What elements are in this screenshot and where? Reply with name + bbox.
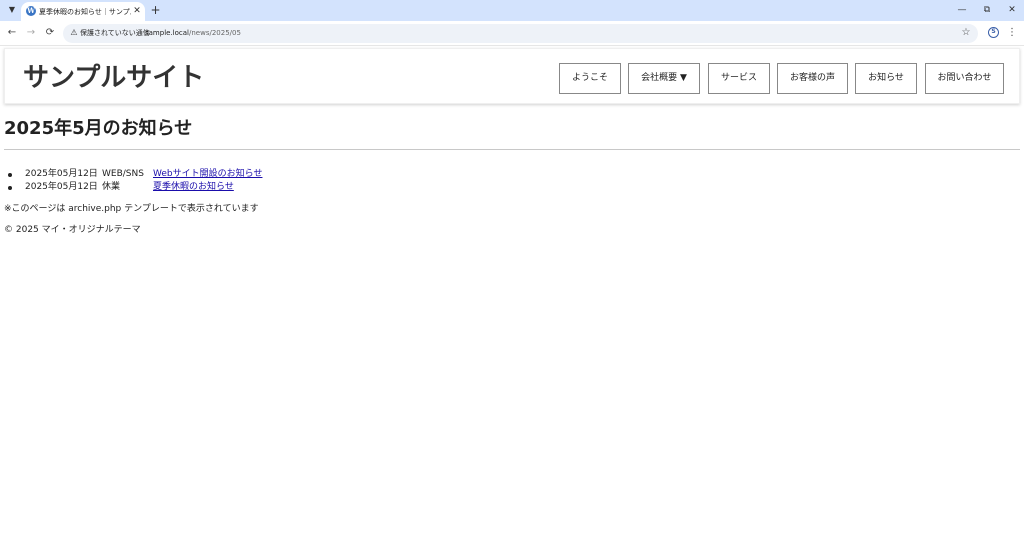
browser-toolbar: ← → ⟳ ⚠ 保護されていない通信 sample.local/news/202…	[0, 21, 1024, 46]
browser-tabstrip: ▼ W 夏季休暇のお知らせ｜サンプルサイト ✕ + — ⧉ ✕	[0, 0, 1024, 21]
wordpress-favicon-icon: W	[26, 6, 36, 16]
site-title[interactable]: サンプルサイト	[23, 61, 204, 95]
news-list: 2025年05月12日 WEB/SNS Webサイト開設のお知らせ 2025年0…	[8, 168, 425, 194]
profile-avatar-icon[interactable]: S	[988, 27, 999, 38]
browser-tab-active[interactable]: W 夏季休暇のお知らせ｜サンプルサイト ✕	[21, 2, 145, 21]
nav-item-services[interactable]: サービス	[708, 63, 770, 94]
url-text[interactable]: sample.local/news/2025/05	[145, 27, 241, 40]
post-title-link[interactable]: Webサイト開設のお知らせ	[153, 168, 262, 181]
security-status-label[interactable]: 保護されていない通信	[80, 27, 150, 40]
kebab-menu-icon[interactable]: ⋮	[1007, 25, 1017, 40]
tab-close-icon[interactable]: ✕	[132, 5, 142, 17]
nav-item-news[interactable]: お知らせ	[855, 63, 917, 94]
minimize-icon[interactable]: —	[953, 3, 971, 17]
list-item: 2025年05月12日 WEB/SNS Webサイト開設のお知らせ	[8, 168, 425, 181]
reload-icon[interactable]: ⟳	[43, 26, 57, 40]
forward-arrow-icon[interactable]: →	[24, 26, 38, 40]
nav-item-testimonials[interactable]: お客様の声	[777, 63, 848, 94]
tab-list-chevron-down-icon[interactable]: ▼	[5, 3, 19, 17]
bullet-icon	[8, 173, 12, 177]
nav-item-welcome[interactable]: ようこそ	[559, 63, 621, 94]
list-item: 2025年05月12日 休業 夏季休暇のお知らせ	[8, 181, 425, 194]
archive-title: 2025年5月のお知らせ	[4, 118, 193, 139]
tab-title: 夏季休暇のお知らせ｜サンプルサイト	[39, 8, 131, 16]
post-category: WEB/SNS	[102, 169, 144, 179]
post-date: 2025年05月12日	[25, 182, 98, 192]
address-bar[interactable]: ⚠ 保護されていない通信 sample.local/news/2025/05	[63, 24, 978, 43]
back-arrow-icon[interactable]: ←	[5, 26, 19, 40]
window-close-icon[interactable]: ✕	[1003, 3, 1021, 17]
url-host: sample.local	[145, 29, 189, 37]
warning-triangle-icon[interactable]: ⚠	[69, 27, 79, 39]
footer-copyright: © 2025 マイ・オリジナルテーマ	[4, 225, 141, 235]
site-header: サンプルサイト ようこそ 会社概要 ▼ サービス お客様の声 お知らせ お問い合…	[4, 48, 1020, 104]
post-category: 休業	[102, 182, 121, 192]
bullet-icon	[8, 186, 12, 190]
url-path: /news/2025/05	[189, 29, 241, 37]
bookmark-star-icon[interactable]: ☆	[960, 26, 972, 39]
nav-item-contact[interactable]: お問い合わせ	[925, 63, 1004, 94]
new-tab-plus-icon[interactable]: +	[148, 2, 163, 18]
nav-item-company[interactable]: 会社概要 ▼	[628, 63, 700, 94]
title-divider	[4, 149, 1020, 150]
post-title-link[interactable]: 夏季休暇のお知らせ	[153, 181, 234, 194]
restore-icon[interactable]: ⧉	[978, 3, 996, 17]
template-note: ※このページは archive.php テンプレートで表示されています	[4, 204, 259, 214]
post-date: 2025年05月12日	[25, 169, 98, 179]
